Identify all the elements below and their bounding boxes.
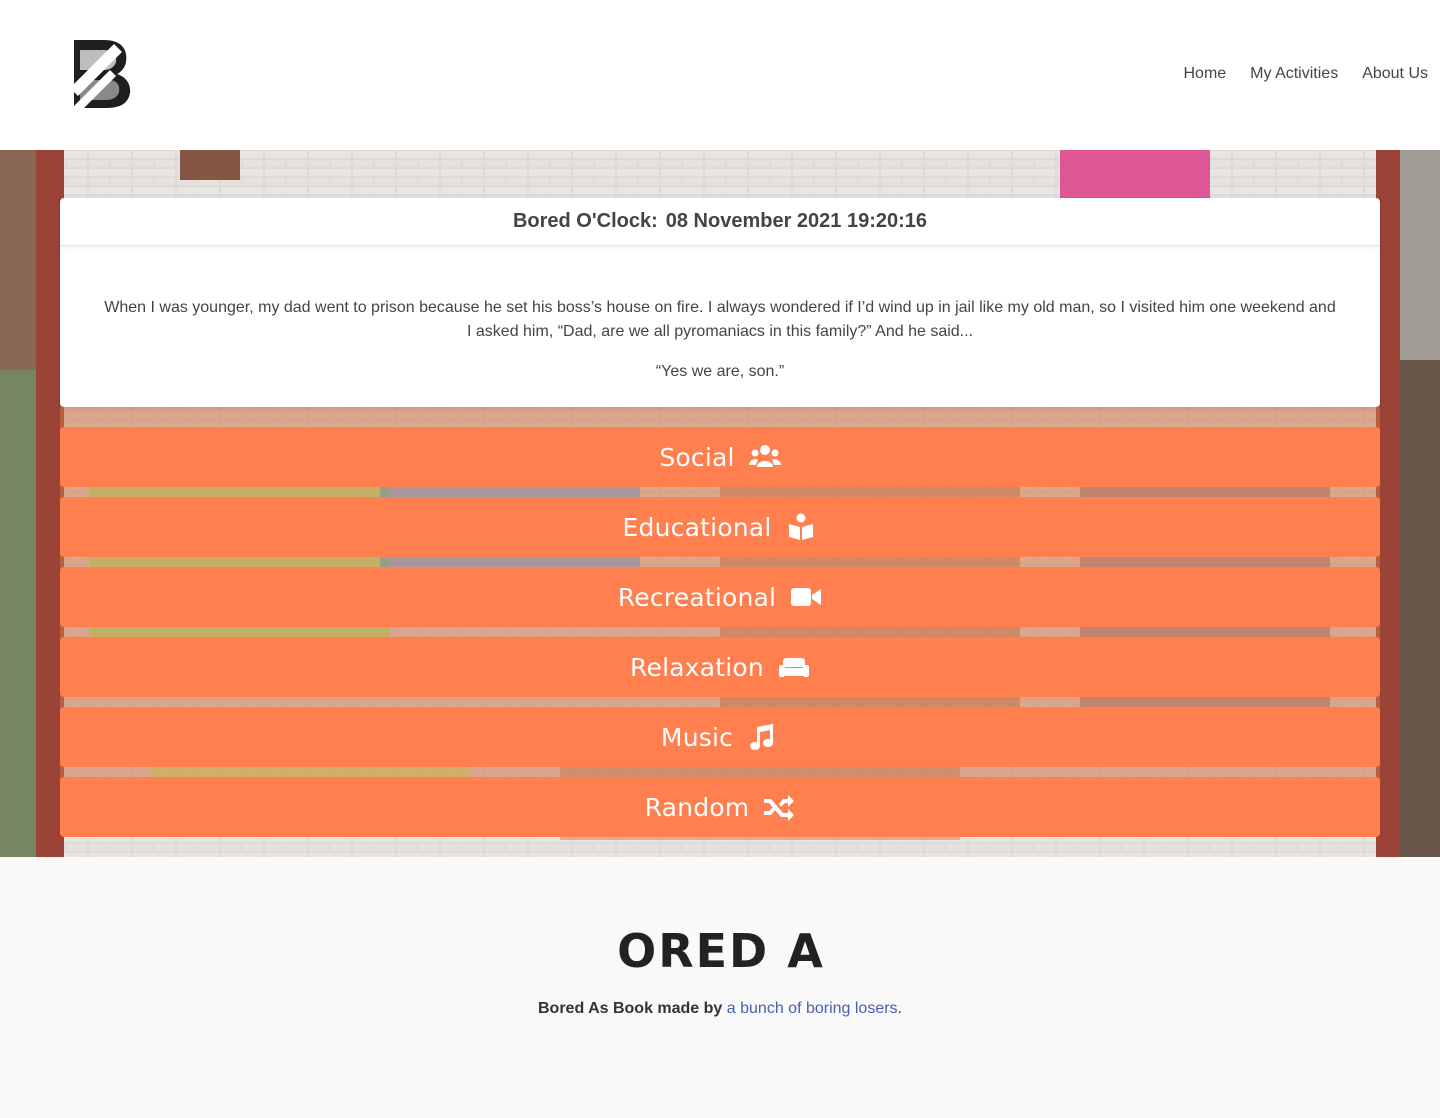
relaxation-button-label: Relaxation — [630, 652, 764, 682]
joke-card: Bored O'Clock: 08 November 2021 19:20:16… — [60, 198, 1380, 407]
recreational-button[interactable]: Recreational — [60, 567, 1380, 627]
footer-period: . — [897, 1000, 903, 1017]
random-button-label: Random — [644, 792, 750, 822]
nav-home-link[interactable]: Home — [1183, 64, 1226, 84]
main-nav: Home My Activities About Us — [1183, 64, 1428, 84]
site-header: Home My Activities About Us — [0, 0, 1440, 150]
clock-value: 08 November 2021 19:20:16 — [665, 210, 928, 232]
music-button[interactable]: Music — [60, 707, 1380, 767]
clock-header: Bored O'Clock: 08 November 2021 19:20:16 — [60, 198, 1380, 246]
random-button[interactable]: Random — [60, 777, 1380, 837]
joke-punchline-text: “Yes we are, son.” — [655, 363, 785, 380]
footer-credit-link[interactable]: a bunch of boring losers — [727, 1000, 898, 1017]
site-footer: BORED AS Bored As Book made by a bunch o… — [0, 857, 1440, 1118]
couch-icon — [778, 658, 809, 677]
nav-about-us-link[interactable]: About Us — [1362, 64, 1428, 84]
music-button-label: Music — [660, 722, 734, 752]
clock-label: Bored O'Clock: — [512, 210, 658, 232]
nav-my-activities-link[interactable]: My Activities — [1250, 64, 1338, 84]
footer-credit: Bored As Book made by a bunch of boring … — [0, 1000, 1440, 1018]
random-icon — [764, 795, 795, 821]
music-icon — [750, 724, 774, 750]
brand-logo-icon[interactable] — [70, 38, 132, 110]
joke-body: When I was younger, my dad went to priso… — [60, 246, 1380, 384]
educational-button[interactable]: Educational — [60, 497, 1380, 557]
footer-brand-logo: BORED AS — [612, 925, 828, 975]
users-icon — [748, 445, 781, 467]
video-icon — [791, 588, 822, 606]
relaxation-button[interactable]: Relaxation — [60, 637, 1380, 697]
svg-text:BORED AS: BORED AS — [612, 925, 828, 975]
educational-button-label: Educational — [622, 512, 772, 542]
footer-made-by-text: Bored As Book made by — [537, 1000, 723, 1017]
recreational-button-label: Recreational — [617, 582, 777, 612]
joke-setup-text: When I was younger, my dad went to priso… — [104, 299, 1336, 340]
book-reader-icon — [789, 513, 814, 540]
social-button-label: Social — [659, 442, 735, 472]
social-button[interactable]: Social — [60, 427, 1380, 487]
